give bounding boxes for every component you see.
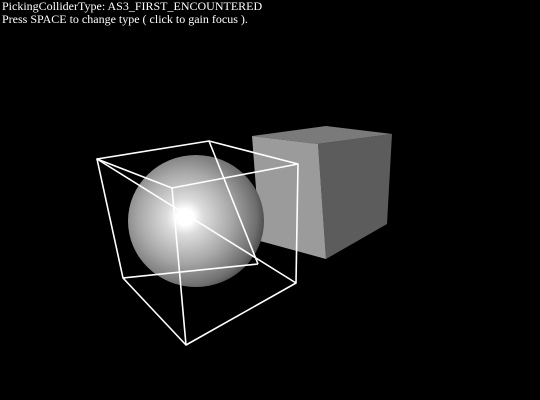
scene-canvas[interactable]: [0, 0, 540, 400]
instruction-label: Press SPACE to change type ( click to ga…: [2, 12, 248, 26]
wire-edge-bottom: [185, 282, 297, 346]
cube-side-face: [318, 134, 392, 259]
3d-viewport[interactable]: PickingColliderType: AS3_FIRST_ENCOUNTER…: [0, 0, 540, 400]
hud-overlay: PickingColliderType: AS3_FIRST_ENCOUNTER…: [2, 0, 262, 26]
solid-cube[interactable]: [252, 126, 392, 259]
